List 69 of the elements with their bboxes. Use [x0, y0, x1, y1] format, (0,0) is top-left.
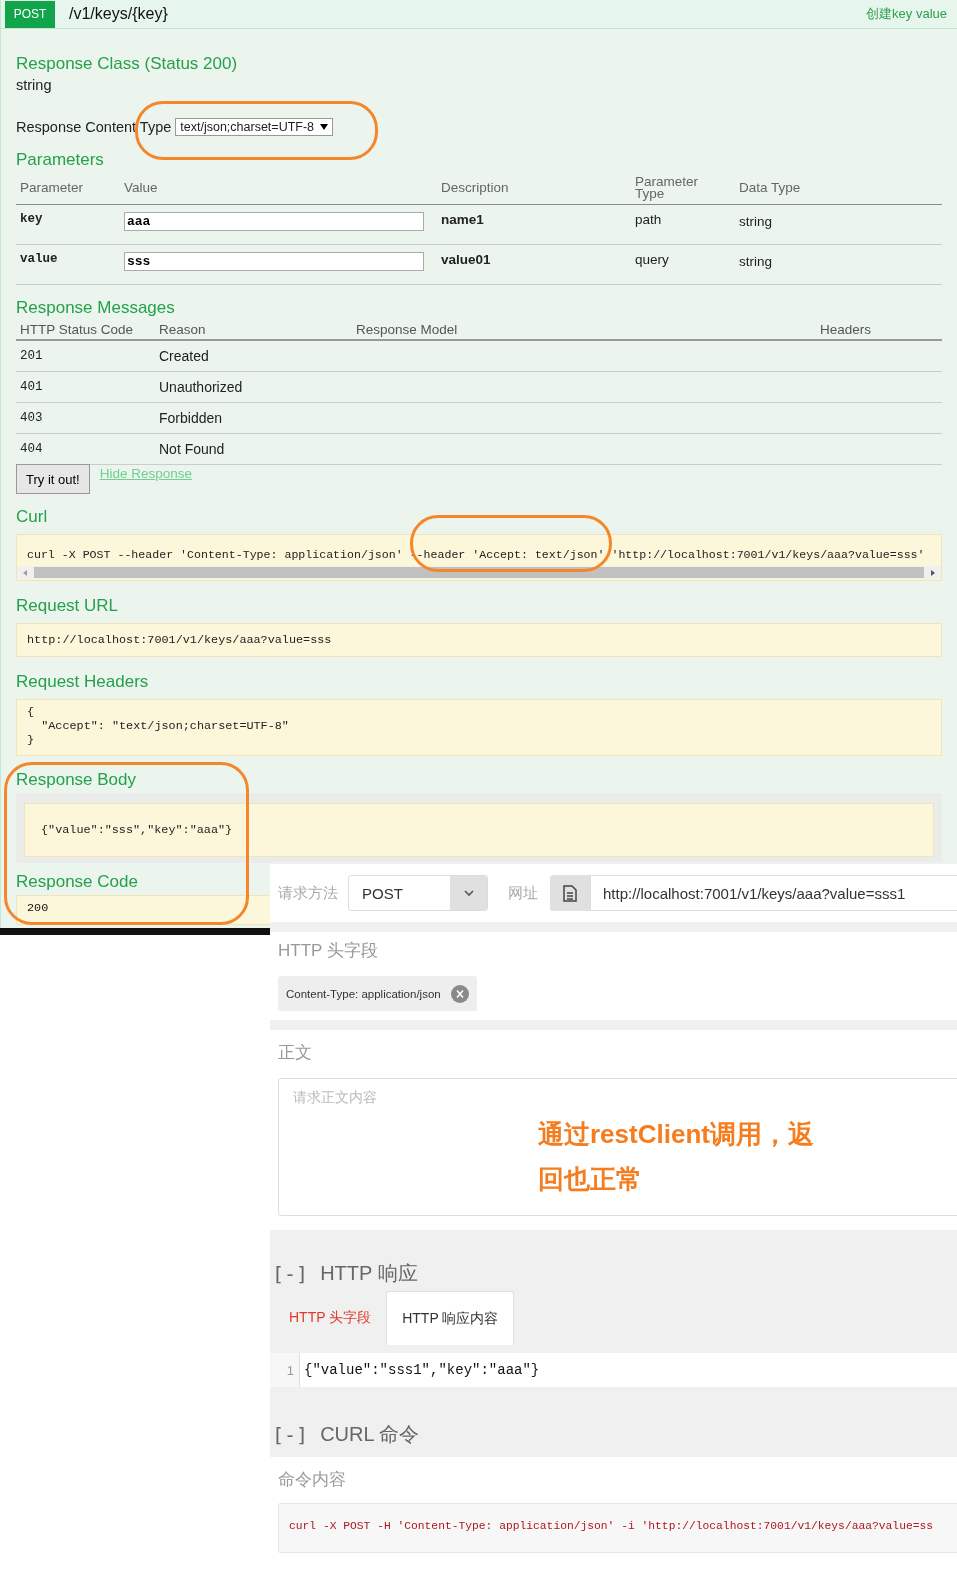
parameter-name: value	[20, 252, 59, 266]
code-line: {"value":"sss1","key":"aaa"}	[303, 1362, 540, 1378]
section-heading: Parameters	[16, 149, 104, 171]
response-type: string	[16, 76, 53, 95]
dropdown-icon	[320, 124, 329, 130]
section-heading: Response Class (Status 200)	[16, 53, 238, 75]
operation-summary: 创建key value	[866, 5, 947, 23]
parameter-name: key	[20, 212, 44, 226]
request-url: http://localhost:7001/v1/keys/aaa?value=sss	[16, 623, 942, 657]
column-header: Value	[124, 180, 159, 195]
method-badge: POST	[5, 0, 55, 28]
parameter-type: query	[635, 252, 670, 267]
try-it-out-button[interactable]: Try it out!	[16, 464, 90, 494]
section-heading: Request Headers	[16, 671, 149, 693]
status-code: 403	[20, 411, 44, 425]
column-header: Data Type	[739, 180, 802, 195]
parameter-type: path	[635, 212, 663, 227]
collapse-toggle[interactable]: [-]	[272, 1422, 309, 1447]
status-code: 404	[20, 442, 44, 456]
section-heading: HTTP 头字段	[278, 940, 378, 962]
parameter-input[interactable]: aaa	[124, 212, 424, 231]
status-reason: Forbidden	[159, 410, 224, 426]
status-reason: Not Found	[159, 441, 226, 457]
document-icon	[563, 884, 577, 902]
annotation-text: 通过restClient调用，返回也正常	[538, 1118, 815, 1196]
column-header: Response Model	[356, 321, 459, 337]
operation-header[interactable]: POST /v1/keys/{key} 创建key value	[1, 0, 957, 29]
scrollbar[interactable]	[17, 566, 941, 579]
section-heading: Response Code	[16, 871, 138, 893]
section-heading: HTTP 响应	[320, 1261, 418, 1286]
column-header: Headers	[820, 321, 873, 337]
data-type: string	[739, 213, 773, 229]
tab[interactable]: HTTP 响应内容	[386, 1291, 515, 1345]
url-input[interactable]: http://localhost:7001/v1/keys/aaa?value=sss1	[590, 875, 957, 911]
status-reason: Unauthorized	[159, 379, 244, 395]
status-code: 201	[20, 349, 44, 363]
column-header: Reason	[159, 321, 207, 337]
curl-command: curl -X POST -H 'Content-Type: application/json' -i 'http://localhost:7001/v1/keys/aaa?value=ss	[278, 1503, 957, 1553]
section-heading: 正文	[278, 1042, 312, 1064]
parameter-input[interactable]: sss	[124, 252, 424, 271]
response-body-code: {"value":"sss","key":"aaa"}	[24, 803, 934, 857]
parameter-description: value01	[441, 252, 492, 267]
section-heading: CURL 命令	[320, 1422, 420, 1447]
close-icon[interactable]	[450, 984, 469, 1003]
status-reason: Created	[159, 348, 210, 364]
section-heading: Request URL	[16, 595, 119, 617]
chevron-down-icon	[462, 889, 475, 897]
request-headers-code: { "Accept": "text/json;charset=UTF-8" }	[16, 699, 942, 756]
header-chip[interactable]: Content-Type: application/json	[278, 976, 477, 1011]
section-heading: Response Body	[16, 769, 137, 791]
content-type-label: Response Content Type	[16, 118, 172, 137]
column-header: Description	[441, 180, 510, 195]
data-type: string	[739, 253, 773, 269]
document-button[interactable]	[550, 875, 590, 911]
scroll-right-icon[interactable]	[929, 568, 937, 577]
status-code: 401	[20, 380, 44, 394]
endpoint-path: /v1/keys/{key}	[69, 5, 168, 23]
parameter-description: name1	[441, 212, 485, 227]
collapse-toggle[interactable]: [-]	[272, 1261, 309, 1286]
content-type-select[interactable]: text/json;charset=UTF-8	[175, 118, 334, 136]
column-header: HTTP Status Code	[20, 321, 135, 337]
section-heading: Response Messages	[16, 297, 175, 319]
scroll-left-icon[interactable]	[21, 568, 29, 577]
tab[interactable]: HTTP 头字段	[274, 1291, 387, 1345]
section-heading: Curl	[16, 506, 48, 528]
field-label: 命令内容	[278, 1469, 346, 1491]
line-number: 1	[270, 1353, 300, 1387]
method-select[interactable]: POST	[348, 875, 488, 911]
column-header: Parameter	[20, 180, 85, 195]
